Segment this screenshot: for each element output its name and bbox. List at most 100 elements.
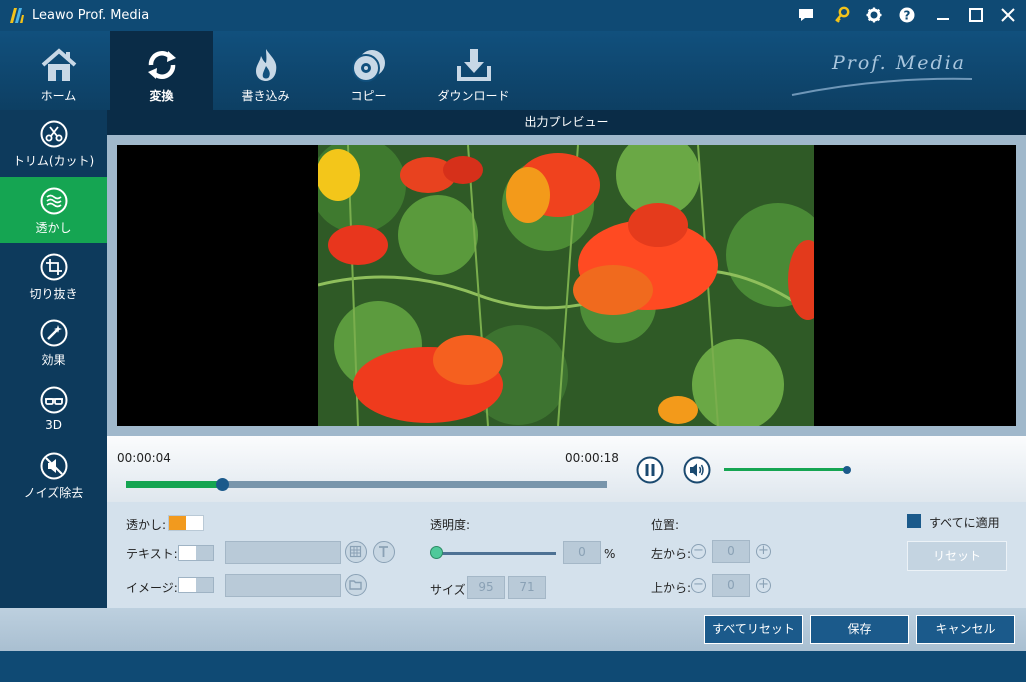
sidebar-item-effect-label: 効果 — [41, 353, 66, 367]
image-browse-button[interactable] — [345, 574, 367, 596]
pause-icon[interactable] — [636, 456, 664, 484]
opacity-handle[interactable] — [430, 546, 443, 559]
seek-bar[interactable] — [126, 478, 607, 491]
download-icon — [457, 49, 491, 81]
burn-icon — [256, 49, 277, 81]
position-label: 位置: — [651, 518, 680, 532]
gear-icon[interactable] — [865, 6, 883, 24]
watermark-toggle[interactable] — [168, 515, 204, 531]
watermark-label: 透かし: — [126, 518, 167, 532]
toggle-knob — [169, 516, 186, 530]
copy-disc-icon — [352, 50, 385, 82]
tab-convert-label: 変換 — [149, 89, 174, 103]
crop-icon — [40, 253, 68, 281]
home-icon — [41, 48, 77, 81]
edit-sidebar: トリム(カット) 透かし 切り抜き 効果 3D ノイズ除去 — [0, 110, 107, 608]
left-from-label: 左から: — [651, 547, 692, 561]
minimize-icon[interactable] — [934, 6, 952, 24]
tab-download-label: ダウンロード — [437, 89, 510, 103]
brand-swoosh-icon — [791, 77, 973, 96]
tab-home[interactable]: ホーム — [7, 31, 110, 110]
app-logo-icon — [10, 8, 24, 23]
current-time: 00:00:04 — [117, 451, 171, 465]
help-icon[interactable]: ? — [898, 6, 916, 24]
opacity-unit: % — [604, 547, 616, 561]
reset-button[interactable]: リセット — [907, 541, 1007, 571]
grid-icon — [349, 545, 362, 558]
sidebar-item-watermark-label: 透かし — [35, 221, 72, 235]
watermark-icon — [40, 187, 68, 215]
image-toggle[interactable] — [178, 577, 214, 593]
tab-burn[interactable]: 書き込み — [214, 31, 317, 110]
text-font-button[interactable] — [373, 541, 395, 563]
sidebar-item-noise-removal-label: ノイズ除去 — [23, 486, 84, 500]
close-icon[interactable] — [999, 6, 1017, 24]
tab-convert[interactable]: 変換 — [110, 31, 213, 110]
text-toggle[interactable] — [178, 545, 214, 561]
seek-progress — [126, 481, 223, 488]
tab-copy-label: コピー — [350, 89, 387, 103]
video-frame — [318, 145, 814, 426]
apply-all-checkbox[interactable] — [907, 514, 921, 528]
main-nav: ホーム 変換 書き込み コピー ダウンロード Prof. Media — [0, 31, 1026, 110]
volume-icon[interactable] — [683, 456, 711, 484]
apply-all-label: すべてに適用 — [929, 516, 1000, 530]
top-position-input[interactable]: 0 — [712, 574, 750, 597]
maximize-icon[interactable] — [967, 6, 985, 24]
sidebar-item-noise-removal[interactable]: ノイズ除去 — [0, 442, 107, 508]
video-preview[interactable] — [117, 145, 1016, 426]
tab-home-label: ホーム — [40, 89, 77, 103]
text-grid-button[interactable] — [345, 541, 367, 563]
size-width-input[interactable]: 95 — [467, 576, 505, 599]
left-decrement-button[interactable]: − — [691, 544, 706, 559]
cancel-button[interactable]: キャンセル — [916, 615, 1015, 644]
top-increment-button[interactable]: + — [756, 578, 771, 593]
playback-bar: 00:00:04 00:00:18 — [107, 436, 1026, 502]
tab-burn-label: 書き込み — [241, 89, 290, 103]
status-bar — [0, 651, 1026, 682]
convert-icon — [148, 51, 176, 79]
title-bar: Leawo Prof. Media ? — [0, 0, 1026, 31]
action-bar: すべてリセット 保存 キャンセル — [0, 608, 1026, 651]
sidebar-item-trim-label: トリム(カット) — [12, 154, 95, 168]
opacity-label: 透明度: — [430, 518, 471, 532]
sidebar-item-3d[interactable]: 3D — [0, 376, 107, 442]
reset-all-button[interactable]: すべてリセット — [704, 615, 803, 644]
text-label: テキスト: — [126, 547, 178, 561]
seek-handle[interactable] — [216, 478, 230, 491]
volume-slider[interactable] — [724, 468, 847, 471]
font-icon — [379, 546, 388, 557]
tab-copy[interactable]: コピー — [317, 31, 420, 110]
text-input[interactable] — [225, 541, 341, 564]
total-time: 00:00:18 — [565, 451, 619, 465]
watermark-controls: 透かし: テキスト: イメージ: 透明度: 0 % サイズ: 95 71 位置:… — [107, 502, 1026, 608]
chat-icon[interactable] — [797, 6, 815, 24]
size-label: サイズ: — [430, 583, 470, 597]
sidebar-item-crop[interactable]: 切り抜き — [0, 243, 107, 309]
app-title: Leawo Prof. Media — [32, 8, 150, 23]
tab-download[interactable]: ダウンロード — [422, 31, 525, 110]
key-icon[interactable] — [833, 6, 851, 24]
left-increment-button[interactable]: + — [756, 544, 771, 559]
image-path-input[interactable] — [225, 574, 341, 597]
size-height-input[interactable]: 71 — [508, 576, 546, 599]
video-preview-area — [107, 135, 1026, 436]
sidebar-item-effect[interactable]: 効果 — [0, 309, 107, 375]
opacity-input[interactable]: 0 — [563, 541, 601, 564]
sidebar-item-trim[interactable]: トリム(カット) — [0, 110, 107, 176]
brand-logo: Prof. Media — [790, 49, 980, 99]
toggle-knob — [196, 546, 213, 560]
folder-icon — [349, 580, 362, 590]
effect-wand-icon — [40, 319, 68, 347]
svg-text:?: ? — [904, 9, 911, 23]
volume-handle[interactable] — [843, 466, 851, 474]
scissors-icon — [40, 120, 68, 148]
save-button[interactable]: 保存 — [810, 615, 909, 644]
top-from-label: 上から: — [651, 581, 692, 595]
image-label: イメージ: — [126, 581, 178, 595]
sidebar-item-watermark[interactable]: 透かし — [0, 177, 107, 243]
opacity-slider[interactable] — [437, 552, 556, 555]
left-position-input[interactable]: 0 — [712, 540, 750, 563]
top-decrement-button[interactable]: − — [691, 578, 706, 593]
sidebar-item-3d-label: 3D — [45, 418, 62, 432]
